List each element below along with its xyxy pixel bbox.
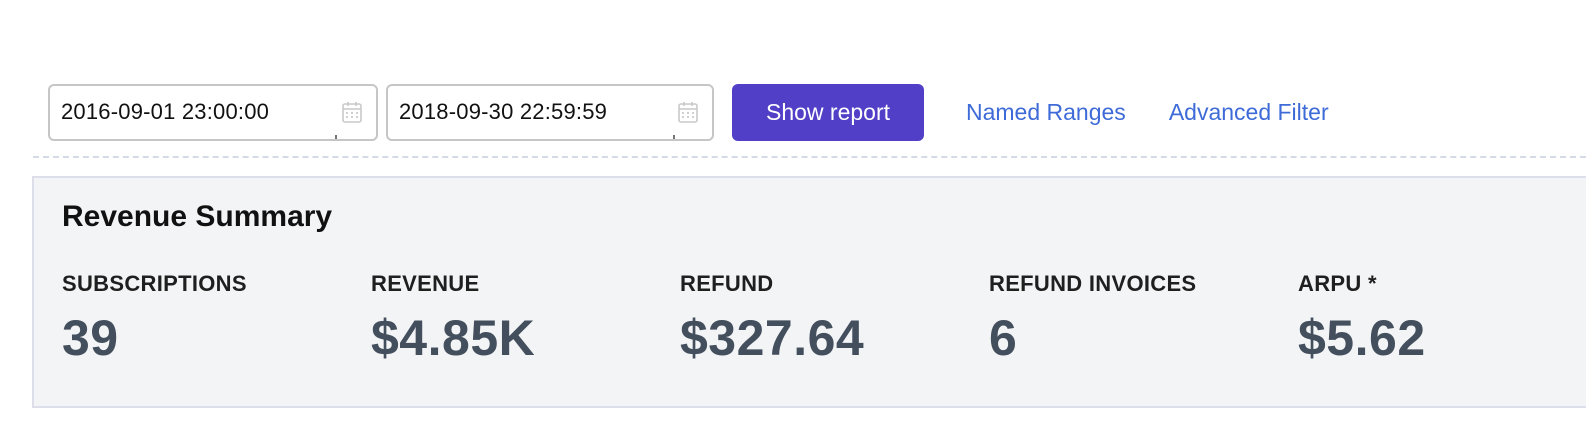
metric-label: REFUND xyxy=(680,271,774,296)
summary-title: Revenue Summary xyxy=(62,200,333,233)
named-ranges-link[interactable]: Named Ranges xyxy=(966,99,1126,126)
section-divider xyxy=(33,156,1586,158)
advanced-filter-link[interactable]: Advanced Filter xyxy=(1169,99,1329,126)
metric-revenue: REVENUE $4.85K xyxy=(371,271,671,367)
show-report-button[interactable]: Show report xyxy=(732,83,924,141)
metric-value: $4.85K xyxy=(371,310,536,366)
calendar-icon[interactable] xyxy=(678,101,698,123)
metric-subscriptions: SUBSCRIPTIONS 39 xyxy=(62,271,362,367)
end-date-input[interactable] xyxy=(399,99,659,125)
metric-arpu: ARPU * $5.62 xyxy=(1298,271,1586,367)
metric-refund: REFUND $327.64 xyxy=(680,271,980,367)
input-resize-mark xyxy=(673,134,675,139)
metric-label: REFUND INVOICES xyxy=(989,271,1197,296)
start-date-input[interactable] xyxy=(61,99,321,125)
metric-value: 39 xyxy=(62,310,119,366)
metric-label: SUBSCRIPTIONS xyxy=(62,271,247,296)
input-resize-mark xyxy=(335,134,337,139)
metric-value: 6 xyxy=(989,310,1018,366)
report-filter-bar: Show report Named Ranges Advanced Filter xyxy=(48,83,1329,141)
metric-label: ARPU * xyxy=(1298,271,1377,296)
start-date-field[interactable] xyxy=(48,83,378,141)
metric-value: $327.64 xyxy=(680,310,865,366)
metric-value: $5.62 xyxy=(1298,310,1426,366)
end-date-field[interactable] xyxy=(386,83,714,141)
metric-refund-invoices: REFUND INVOICES 6 xyxy=(989,271,1289,367)
calendar-icon[interactable] xyxy=(342,101,362,123)
revenue-summary-panel: Revenue Summary SUBSCRIPTIONS 39 REVENUE… xyxy=(32,176,1586,408)
metric-label: REVENUE xyxy=(371,271,480,296)
